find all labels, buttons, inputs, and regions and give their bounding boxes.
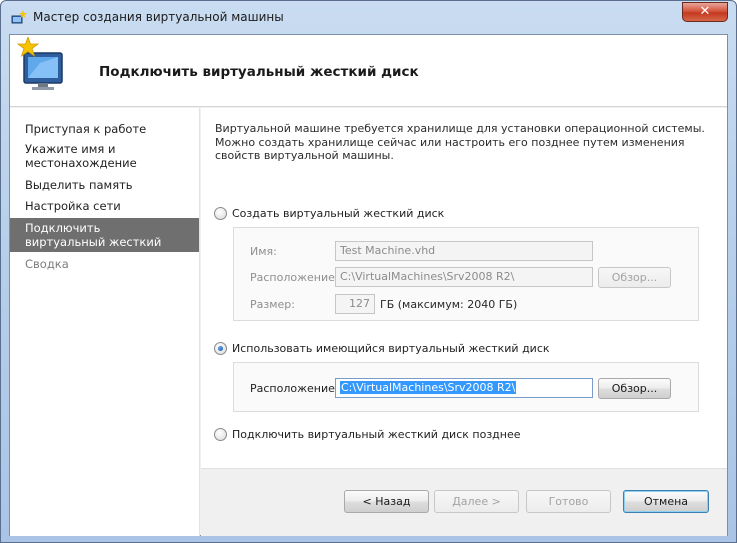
new-vm-monitor-icon	[16, 37, 63, 90]
finish-button[interactable]: Готово	[526, 490, 611, 513]
selected-text: C:\VirtualMachines\Srv2008 R2\	[340, 381, 517, 394]
sidebar-item-label: Сводка	[25, 257, 69, 271]
attach-later-radio[interactable]: Подключить виртуальный жесткий диск позд…	[214, 427, 521, 443]
page-title: Подключить виртуальный жесткий диск	[99, 64, 419, 80]
sidebar-item-label: Приступая к работе	[25, 122, 147, 136]
close-icon: ✕	[699, 4, 711, 19]
vhd-size-field[interactable]: 127	[335, 294, 375, 314]
radio-button-checked[interactable]	[214, 342, 227, 355]
use-existing-vhd-radio[interactable]: Использовать имеющийся виртуальный жестк…	[214, 341, 554, 357]
page-description: Виртуальной машине требуется хранилище д…	[215, 122, 705, 162]
sidebar-item-summary[interactable]: Сводка	[10, 257, 199, 271]
use-existing-vhd-group: Расположение: C:\VirtualMachines\Srv2008…	[233, 362, 699, 412]
sidebar-item-label: Укажите имя и местонахождение	[25, 142, 137, 170]
radio-dot	[218, 346, 223, 351]
vhd-name-label: Имя:	[250, 245, 277, 258]
browse-button-create[interactable]: Обзор...	[598, 267, 671, 288]
wizard-footer: < Назад Далее > Готово Отмена	[201, 468, 727, 536]
wizard-window: Мастер создания виртуальной машины ✕ Под…	[0, 0, 737, 543]
browse-button-existing[interactable]: Обзор...	[598, 378, 671, 399]
wizard-header: Подключить виртуальный жесткий диск	[10, 35, 727, 107]
close-button[interactable]: ✕	[682, 2, 728, 22]
window-title: Мастер создания виртуальной машины	[33, 10, 284, 24]
sidebar-item-network[interactable]: Настройка сети	[10, 199, 199, 213]
hyper-v-app-icon	[11, 10, 27, 24]
radio-button-unchecked[interactable]	[214, 207, 227, 220]
create-vhd-group: Имя: Test Machine.vhd Расположение: C:\V…	[233, 227, 699, 321]
wizard-steps-sidebar: Приступая к работе Укажите имя и местона…	[10, 108, 200, 536]
vhd-size-label: Размер:	[250, 298, 295, 311]
sidebar-item-memory[interactable]: Выделить память	[10, 178, 199, 192]
vhd-location-field[interactable]: C:\VirtualMachines\Srv2008 R2\	[335, 267, 593, 287]
sidebar-item-label: Настройка сети	[25, 199, 121, 213]
existing-location-field[interactable]: C:\VirtualMachines\Srv2008 R2\	[335, 378, 593, 398]
sidebar-item-getting-started[interactable]: Приступая к работе	[10, 122, 199, 136]
create-vhd-radio[interactable]: Создать виртуальный жесткий диск	[214, 206, 514, 222]
vhd-name-field[interactable]: Test Machine.vhd	[335, 241, 593, 261]
next-button[interactable]: Далее >	[434, 490, 519, 513]
sidebar-item-label: Выделить память	[25, 178, 133, 192]
back-button[interactable]: < Назад	[344, 490, 429, 513]
title-bar[interactable]: Мастер создания виртуальной машины ✕	[1, 1, 736, 34]
wizard-client-area: Подключить виртуальный жесткий диск Прис…	[9, 34, 728, 536]
vhd-location-label: Расположение:	[250, 271, 339, 284]
sidebar-item-connect-vhd[interactable]: Подключить виртуальный жесткий диск	[10, 218, 199, 263]
radio-button-unchecked[interactable]	[214, 428, 227, 441]
cancel-button[interactable]: Отмена	[623, 490, 709, 513]
wizard-content: Виртуальной машине требуется хранилище д…	[201, 108, 727, 468]
vhd-size-unit: ГБ (максимум: 2040 ГБ)	[380, 298, 518, 311]
sidebar-item-name-location[interactable]: Укажите имя и местонахождение	[10, 142, 150, 170]
existing-location-label: Расположение:	[250, 382, 339, 395]
